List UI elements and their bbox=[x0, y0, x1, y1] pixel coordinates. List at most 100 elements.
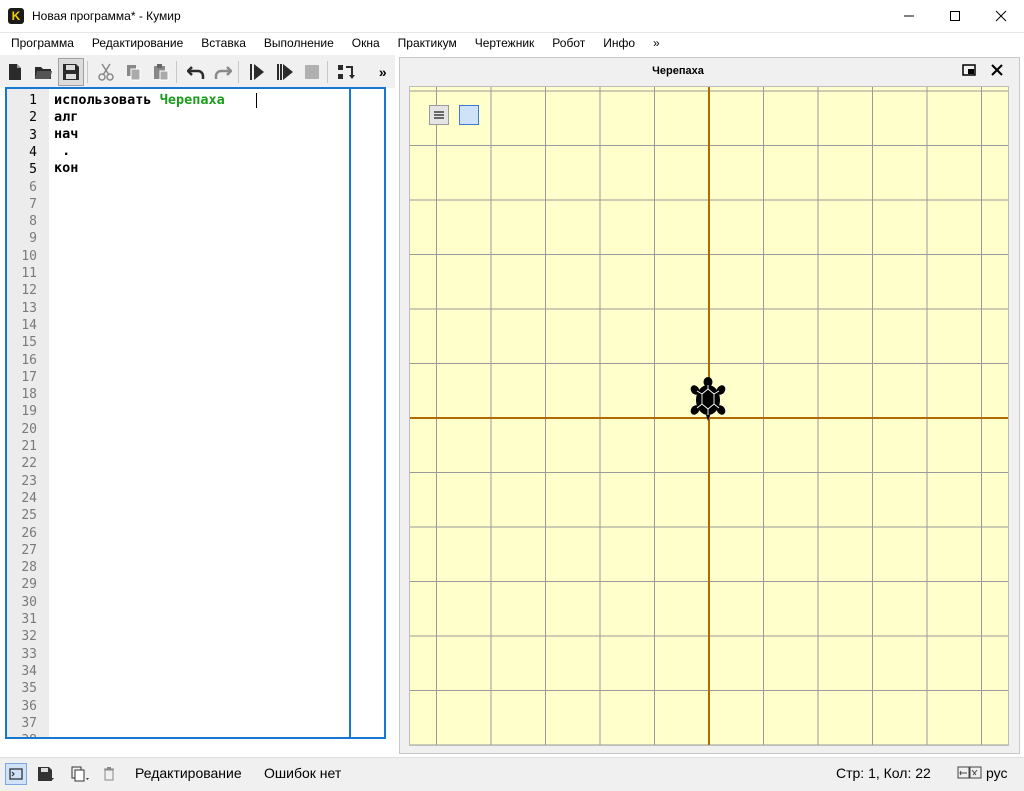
line-number: 36 bbox=[21, 698, 37, 714]
run-button[interactable] bbox=[245, 59, 269, 85]
menu-program[interactable]: Программа bbox=[0, 36, 81, 50]
trash-icon bbox=[104, 767, 114, 781]
copy-icon bbox=[126, 64, 141, 80]
close-icon bbox=[995, 10, 1007, 22]
turtle-panel: Черепаха bbox=[399, 57, 1020, 754]
toolbar-separator bbox=[87, 60, 89, 83]
copy-button[interactable] bbox=[122, 59, 146, 85]
window-title: Новая программа* - Кумир bbox=[32, 9, 181, 23]
line-number: 38 bbox=[7, 732, 37, 737]
cut-button[interactable] bbox=[94, 59, 118, 85]
menu-bar: Программа Редактирование Вставка Выполне… bbox=[0, 32, 1024, 54]
line-number: 27 bbox=[21, 542, 37, 558]
new-file-button[interactable] bbox=[3, 59, 27, 85]
step-run-icon bbox=[276, 63, 293, 80]
run-icon bbox=[250, 63, 265, 80]
code-line-2[interactable]: алг bbox=[54, 109, 78, 126]
title-bar: K Новая программа* - Кумир bbox=[0, 0, 1024, 33]
line-number: 21 bbox=[21, 439, 37, 454]
save-button[interactable] bbox=[57, 57, 85, 86]
line-number: 22 bbox=[21, 456, 37, 472]
copy-icon bbox=[71, 766, 89, 782]
step-run-button[interactable] bbox=[272, 59, 296, 85]
redo-button[interactable] bbox=[211, 59, 235, 85]
maximize-button[interactable] bbox=[932, 0, 978, 32]
float-window-button[interactable] bbox=[962, 63, 978, 79]
line-number: 16 bbox=[21, 352, 37, 368]
code-line-4[interactable]: . bbox=[54, 143, 70, 160]
line-number: 23 bbox=[21, 473, 37, 489]
minimize-button[interactable] bbox=[886, 0, 932, 32]
line-number: 33 bbox=[21, 646, 37, 662]
language-indicator[interactable]: рус bbox=[986, 765, 1007, 781]
line-number: 25 bbox=[21, 508, 37, 524]
line-number: 20 bbox=[21, 421, 37, 437]
line-number: 8 bbox=[29, 214, 37, 230]
save-icon bbox=[38, 767, 54, 781]
code-line-1[interactable]: использовать Черепаха bbox=[54, 92, 225, 109]
text-cursor bbox=[256, 93, 257, 108]
line-number: 4 bbox=[29, 144, 37, 160]
editor-margin-line bbox=[349, 89, 351, 737]
keyboard-icon bbox=[957, 765, 983, 781]
save-status-button[interactable] bbox=[37, 765, 57, 785]
redo-icon bbox=[214, 65, 232, 79]
menu-insert[interactable]: Вставка bbox=[190, 36, 253, 50]
cursor-position: Стр: 1, Кол: 22 bbox=[836, 765, 931, 781]
menu-windows[interactable]: Окна bbox=[341, 36, 387, 50]
code-line-5[interactable]: кон bbox=[54, 160, 78, 177]
line-number: 14 bbox=[21, 317, 37, 333]
stop-button[interactable] bbox=[300, 59, 324, 85]
color-swatch-button[interactable] bbox=[459, 105, 479, 125]
line-number: 9 bbox=[29, 231, 37, 247]
kumir-app-icon: K bbox=[8, 8, 24, 24]
line-number: 12 bbox=[21, 283, 37, 299]
menu-practicum[interactable]: Практикум bbox=[387, 36, 464, 50]
close-icon bbox=[991, 64, 1003, 76]
undo-button[interactable] bbox=[183, 59, 207, 85]
paste-button[interactable] bbox=[149, 59, 173, 85]
open-file-button[interactable] bbox=[30, 59, 54, 85]
line-number-gutter: 1 2 3 4 5 6 7 8 9 10 11 12 13 14 15 16 17 18 19 20 21 22 23 24 2… bbox=[7, 89, 49, 737]
line-number: 6 bbox=[29, 179, 37, 195]
code-editor[interactable]: 1 2 3 4 5 6 7 8 9 10 11 12 13 14 15 16 17 18 19 20 21 22 23 24 2… bbox=[5, 87, 386, 739]
menu-edit[interactable]: Редактирование bbox=[81, 36, 190, 50]
open-folder-icon bbox=[34, 66, 52, 79]
status-bar: Редактирование Ошибок нет Стр: 1, Кол: 2… bbox=[0, 757, 1024, 791]
line-number: 15 bbox=[21, 335, 37, 351]
menu-robot[interactable]: Робот bbox=[541, 36, 592, 50]
line-number: 17 bbox=[21, 369, 37, 385]
turtle-canvas[interactable] bbox=[409, 86, 1009, 746]
clear-button[interactable] bbox=[102, 765, 118, 785]
line-number: 1 bbox=[29, 93, 37, 108]
step-button[interactable] bbox=[334, 59, 358, 85]
toolbar-separator bbox=[238, 60, 240, 83]
canvas-menu-button[interactable] bbox=[429, 105, 449, 125]
new-file-icon bbox=[9, 63, 22, 80]
toolbar: » bbox=[0, 55, 395, 88]
line-number: 35 bbox=[21, 681, 37, 697]
turtle-icon bbox=[690, 377, 726, 421]
float-window-icon bbox=[962, 64, 976, 76]
line-number: 28 bbox=[21, 560, 37, 576]
line-number: 10 bbox=[21, 248, 37, 264]
copy-status-button[interactable] bbox=[70, 765, 92, 785]
console-button[interactable] bbox=[5, 763, 27, 785]
menu-info[interactable]: Инфо bbox=[592, 36, 642, 50]
line-number: 24 bbox=[21, 490, 37, 506]
toolbar-separator bbox=[327, 60, 329, 83]
close-window-button[interactable] bbox=[978, 0, 1024, 32]
line-number: 37 bbox=[21, 715, 37, 731]
line-number: 3 bbox=[29, 127, 37, 143]
menu-run[interactable]: Выполнение bbox=[253, 36, 341, 50]
line-number: 2 bbox=[29, 110, 37, 126]
cut-icon bbox=[98, 63, 115, 81]
paste-icon bbox=[154, 63, 169, 80]
menu-overflow[interactable]: » bbox=[642, 36, 667, 50]
code-line-3[interactable]: нач bbox=[54, 126, 78, 143]
toolbar-overflow-button[interactable]: » bbox=[371, 59, 395, 85]
menu-drawer[interactable]: Чертежник bbox=[464, 36, 542, 50]
code-keyword: использовать bbox=[54, 92, 152, 108]
mode-status: Редактирование bbox=[135, 765, 242, 781]
panel-close-button[interactable] bbox=[990, 63, 1006, 79]
